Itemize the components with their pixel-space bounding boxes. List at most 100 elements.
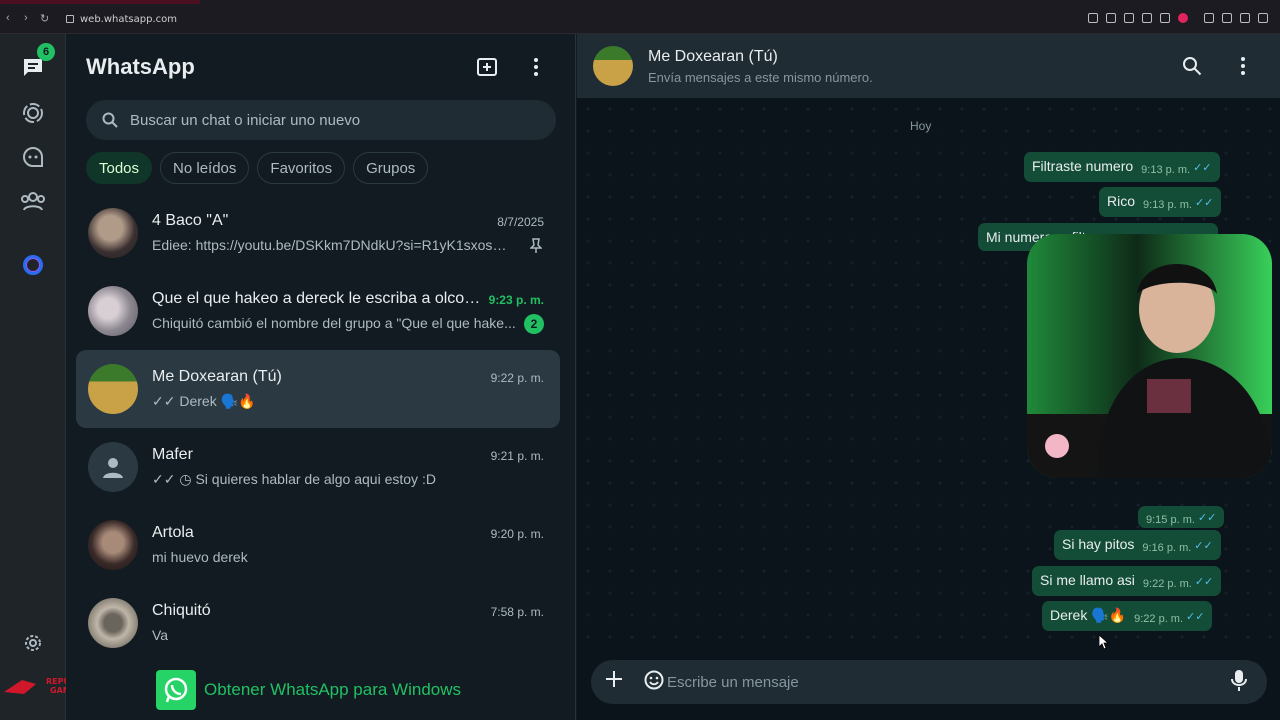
message-time: 9:13 p. m. — [1143, 199, 1192, 211]
chat-time: 7:58 p. m. — [490, 605, 544, 619]
filter-chips: Todos No leídos Favoritos Grupos — [86, 152, 429, 184]
emoji-icon[interactable] — [644, 670, 664, 690]
chat-row[interactable]: Mafer 9:21 p. m. ✓✓ ◷ Si quieres hablar … — [76, 428, 560, 506]
play-icon[interactable] — [1160, 13, 1170, 23]
contact-subtitle: Envía mensajes a este mismo número. — [648, 70, 873, 85]
channels-icon[interactable] — [20, 144, 46, 170]
settings-icon[interactable] — [20, 630, 46, 656]
chat-time: 9:22 p. m. — [490, 371, 544, 385]
chat-preview: Chiquitó cambió el nombre del grupo a "Q… — [152, 315, 516, 331]
message-text: Rico — [1107, 193, 1136, 209]
more-options-icon[interactable] — [1235, 56, 1251, 76]
filter-all[interactable]: Todos — [86, 152, 153, 184]
avatar[interactable] — [593, 46, 633, 86]
chat-name: Mafer — [152, 446, 193, 463]
message-bubble[interactable]: Si me llamo asi 9:22 p. m. ✓✓ — [1032, 566, 1222, 596]
message-bubble[interactable]: Rico 9:13 p. m. ✓✓ — [1099, 187, 1222, 217]
microphone-icon[interactable] — [1231, 669, 1247, 691]
avatar — [88, 442, 138, 492]
message-text: Si me llamo asi — [1040, 572, 1135, 588]
chat-row[interactable]: Artola 9:20 p. m. mi huevo derek — [76, 506, 560, 584]
message-bubble[interactable]: 9:15 p. m. ✓✓ — [1138, 506, 1225, 528]
chat-time: 8/7/2025 — [497, 215, 544, 229]
meta-ai-icon[interactable] — [20, 252, 46, 278]
more-options-icon[interactable] — [528, 56, 544, 78]
download-icon[interactable] — [1240, 13, 1250, 23]
communities-icon[interactable] — [20, 188, 46, 214]
nav-rail: 6 REPUBLIC OFGAMERS — [0, 34, 105, 720]
zoom-icon[interactable] — [1088, 13, 1098, 23]
unread-badge: 2 — [524, 314, 544, 334]
streamer-camera-image — [1027, 234, 1272, 478]
chat-preview: Va — [152, 627, 169, 643]
new-chat-icon[interactable] — [476, 56, 498, 78]
message-time: 9:22 p. m. — [1134, 613, 1184, 625]
filter-unread[interactable]: No leídos — [160, 152, 250, 184]
message-composer — [577, 654, 1280, 720]
chat-time: 9:20 p. m. — [490, 527, 544, 541]
active-tab-strip[interactable] — [0, 0, 200, 4]
heart-icon[interactable] — [1178, 13, 1188, 23]
message-bubble[interactable]: Si hay pitos 9:16 p. m. ✓✓ — [1054, 530, 1221, 560]
chat-name: Artola — [152, 524, 194, 541]
app-title: WhatsApp — [86, 54, 195, 79]
read-ticks-icon: ✓✓ — [1194, 197, 1214, 209]
avatar — [88, 286, 138, 336]
status-icon[interactable] — [20, 100, 46, 126]
message-time: 9:22 p. m. — [1142, 578, 1192, 590]
puzzle-icon[interactable] — [1204, 13, 1214, 23]
message-time: 9:13 p. m. — [1141, 164, 1191, 176]
avatar — [88, 208, 138, 258]
forward-icon[interactable]: › — [24, 12, 28, 24]
filter-groups[interactable]: Grupos — [353, 152, 429, 184]
date-separator: Hoy — [900, 114, 942, 138]
message-bubble[interactable]: Derek 🗣️🔥 9:22 p. m. ✓✓ — [1042, 601, 1213, 631]
chat-name: Chiquitó — [152, 602, 211, 619]
avatar — [88, 520, 138, 570]
read-ticks-icon: ✓✓ — [1194, 540, 1213, 552]
share-icon[interactable] — [1222, 13, 1232, 23]
message-text: Filtraste numero — [1032, 158, 1134, 174]
back-icon[interactable]: ‹ — [6, 12, 10, 24]
extension-icon[interactable] — [1124, 13, 1134, 23]
pin-icon — [530, 238, 542, 253]
chat-name: 4 Baco "A" — [152, 212, 229, 229]
chat-list: 4 Baco "A" 8/7/2025 Ediee: https://youtu… — [76, 194, 560, 662]
filter-favorites[interactable]: Favoritos — [257, 152, 346, 184]
chat-row[interactable]: Que el que hakeo a dereck le escriba a o… — [76, 272, 560, 350]
message-time: 9:16 p. m. — [1142, 542, 1192, 554]
chat-name: Me Doxearan (Tú) — [152, 368, 282, 385]
chat-time: 9:21 p. m. — [490, 449, 544, 463]
chat-list-panel: WhatsApp Todos No leídos Favoritos Grupo… — [66, 34, 576, 720]
default-avatar-icon — [103, 458, 123, 478]
menu-icon[interactable] — [1258, 13, 1268, 23]
extension-icon[interactable] — [1106, 13, 1116, 23]
message-time: 9:15 p. m. — [1146, 514, 1195, 526]
chat-name: Que el que hakeo a dereck le escriba a o… — [152, 290, 482, 307]
chat-row[interactable]: Chiquitó 7:58 p. m. Va — [76, 584, 560, 662]
search-icon[interactable] — [1182, 56, 1202, 76]
chat-row[interactable]: 4 Baco "A" 8/7/2025 Ediee: https://youtu… — [76, 194, 560, 272]
read-ticks-icon: ✓✓ — [1186, 611, 1205, 623]
chat-row[interactable]: Me Doxearan (Tú) 9:22 p. m. ✓✓ Derek 🗣️🔥 — [76, 350, 560, 428]
promo-text: Obtener WhatsApp para Windows — [204, 680, 462, 699]
address-bar[interactable]: web.whatsapp.com — [66, 14, 177, 25]
search-icon — [102, 112, 118, 128]
conversation-header[interactable]: Me Doxearan (Tú) Envía mensajes a este m… — [577, 34, 1280, 98]
reload-icon[interactable]: ↻ — [40, 12, 49, 25]
chat-preview: Ediee: https://youtu.be/DSKkm7DNdkU?si=R… — [152, 237, 517, 253]
shield-icon[interactable] — [1142, 13, 1152, 23]
search-input[interactable] — [130, 100, 540, 140]
meta-ai-ring — [23, 255, 43, 275]
message-input[interactable] — [667, 660, 1207, 704]
get-windows-app-link[interactable]: Obtener WhatsApp para Windows — [156, 670, 461, 710]
attach-plus-icon[interactable] — [605, 670, 623, 688]
chat-preview: ✓✓ Derek 🗣️🔥 — [152, 393, 256, 409]
message-bubble[interactable]: Filtraste numero 9:13 p. m. ✓✓ — [1024, 152, 1220, 182]
chat-time: 9:23 p. m. — [488, 293, 544, 307]
conversation-panel: Me Doxearan (Tú) Envía mensajes a este m… — [577, 34, 1280, 720]
read-ticks-icon: ✓✓ — [1194, 576, 1214, 588]
read-ticks-icon: ✓✓ — [1193, 162, 1212, 174]
chat-preview: ✓✓ ◷ Si quieres hablar de algo aqui esto… — [152, 471, 436, 487]
message-text: Si hay pitos — [1062, 536, 1135, 552]
